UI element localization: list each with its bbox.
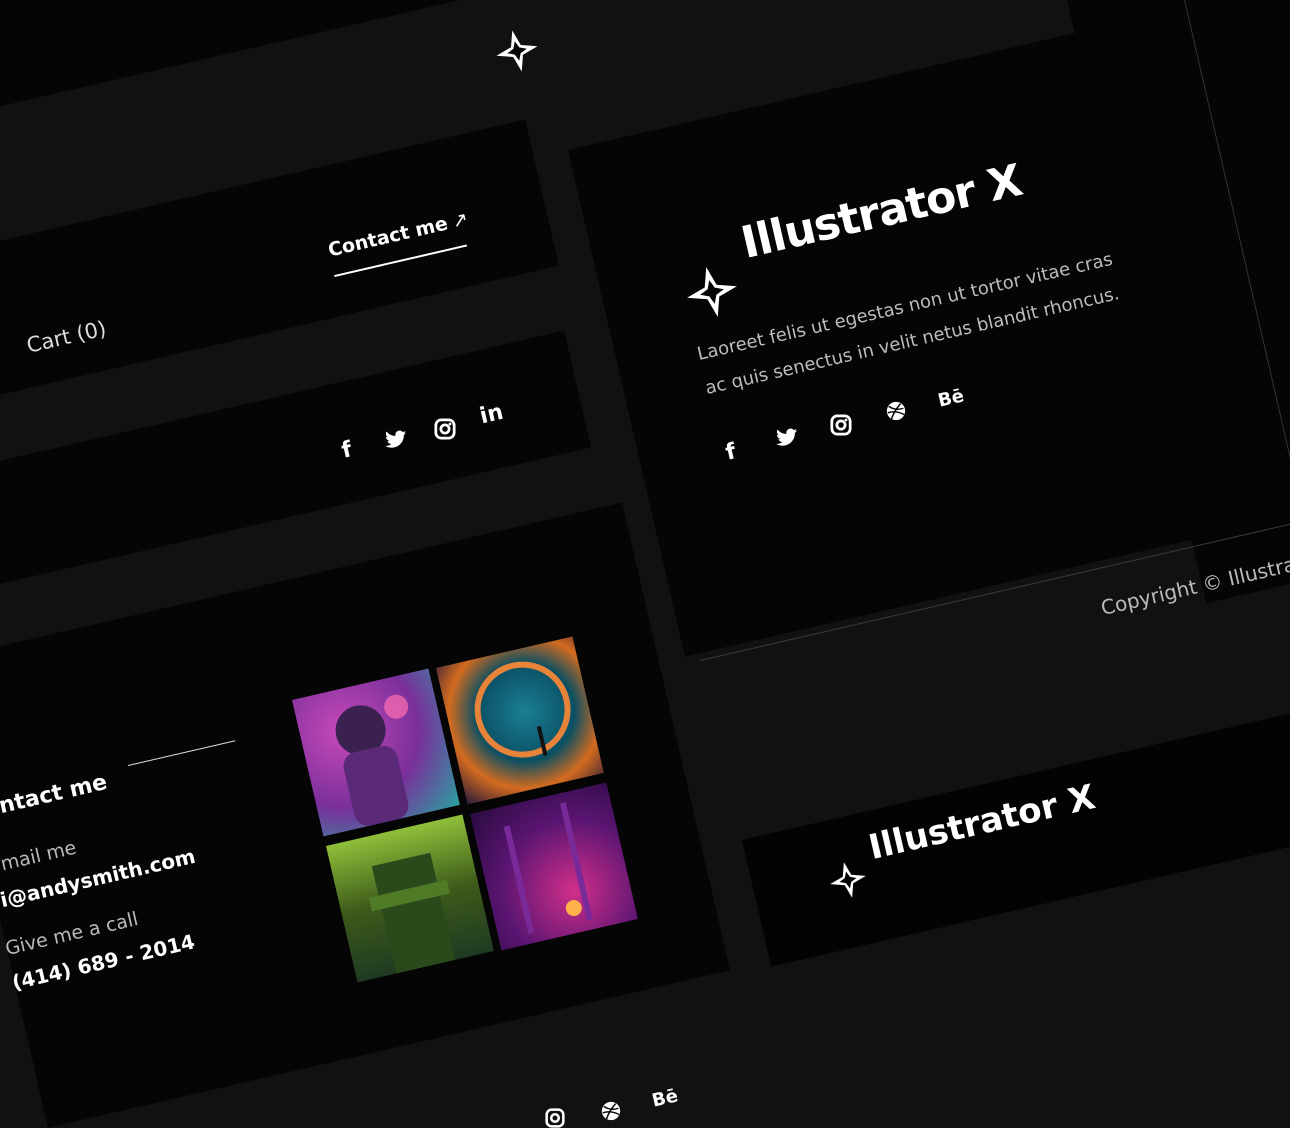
- mini-brand-logo-icon[interactable]: [828, 860, 868, 900]
- twitter-icon-right[interactable]: [776, 428, 798, 448]
- brand-logo-icon[interactable]: [684, 264, 740, 320]
- dribbble-icon-bottom[interactable]: [600, 1100, 622, 1122]
- dribbble-icon-right[interactable]: [885, 400, 907, 422]
- mini-brand-panel: [742, 709, 1290, 967]
- instagram-icon-right[interactable]: [830, 414, 852, 436]
- instagram-icon[interactable]: [434, 418, 456, 440]
- behance-icon-bottom[interactable]: Bē: [650, 1085, 680, 1111]
- twitter-icon[interactable]: [385, 430, 407, 450]
- instagram-icon-bottom[interactable]: [545, 1108, 565, 1128]
- mockup-scene: Cart (0) Contact me ↗ f in ntact me mail…: [0, 0, 1290, 1128]
- logo-icon[interactable]: [494, 28, 540, 74]
